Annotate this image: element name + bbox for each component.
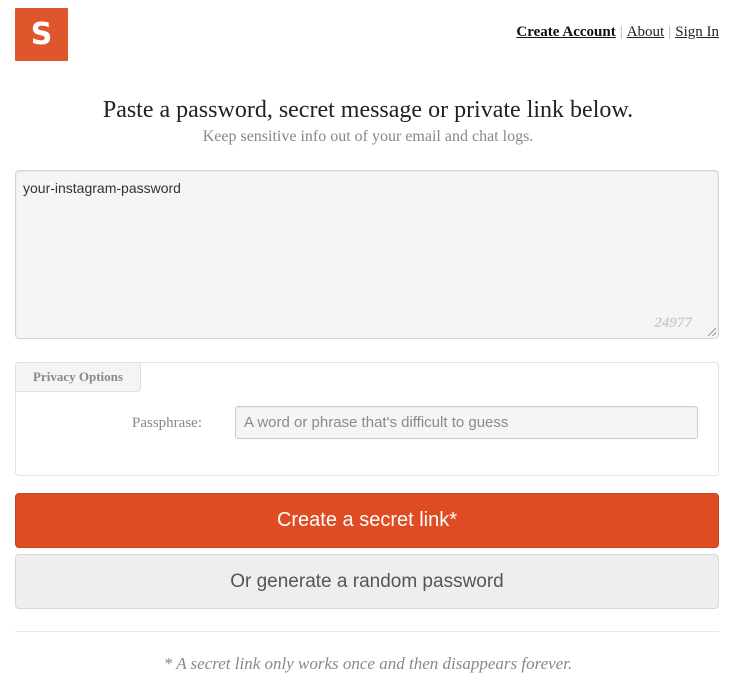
page-headline: Paste a password, secret message or priv… — [102, 97, 634, 123]
passphrase-label: Passphrase: — [132, 415, 202, 431]
privacy-options-tab: Privacy Options — [15, 362, 141, 392]
generate-password-button[interactable]: Or generate a random password — [15, 554, 719, 609]
sign-in-link[interactable]: Sign In — [675, 24, 719, 40]
footnote: * A secret link only works once and then… — [163, 654, 573, 673]
secret-text-value: your-instagram-password — [23, 180, 181, 196]
page-subline: Keep sensitive info out of your email an… — [202, 128, 534, 145]
char-counter: 24977 — [654, 315, 693, 331]
divider — [15, 631, 719, 632]
logo-letter: S — [30, 17, 53, 52]
logo[interactable]: S — [15, 8, 68, 61]
resize-grip-icon[interactable] — [708, 328, 716, 336]
privacy-options-panel: Privacy Options Passphrase: — [15, 362, 719, 476]
create-account-link[interactable]: Create Account — [516, 24, 615, 40]
about-link[interactable]: About — [627, 24, 665, 40]
passphrase-input[interactable] — [235, 406, 698, 439]
create-secret-link-button[interactable]: Create a secret link* — [15, 493, 719, 548]
nav-separator: | — [668, 24, 672, 40]
top-nav: Create Account | About | Sign In — [516, 24, 719, 41]
nav-separator: | — [619, 24, 623, 40]
secret-textarea[interactable]: your-instagram-password 24977 — [15, 170, 719, 339]
